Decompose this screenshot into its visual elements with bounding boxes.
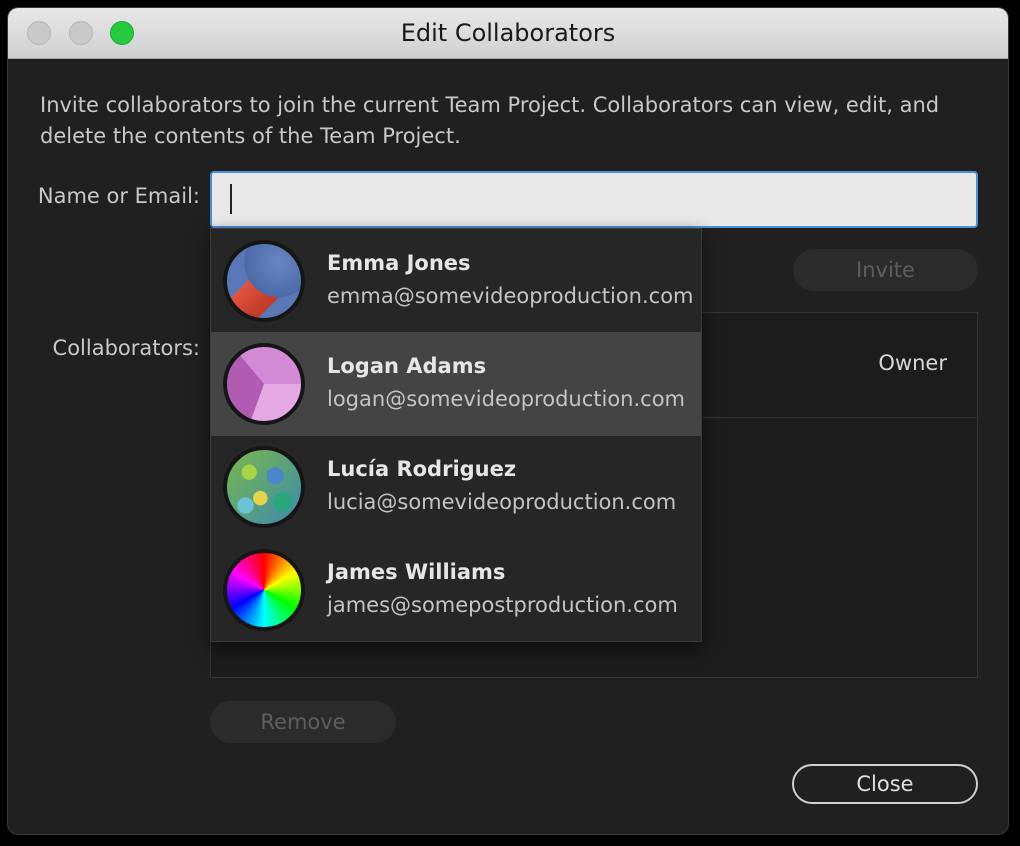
purple-cube-avatar-icon: [223, 343, 305, 425]
edit-collaborators-window: Edit Collaborators Invite collaborators …: [8, 8, 1008, 834]
collaborators-label: Collaborators:: [52, 336, 200, 360]
color-wheel-avatar-icon: [223, 549, 305, 631]
dialog-description: Invite collaborators to join the current…: [40, 93, 940, 148]
suggestion-email: james@somepostproduction.com: [327, 593, 678, 617]
close-button[interactable]: Close: [792, 764, 978, 804]
window-title: Edit Collaborators: [400, 19, 616, 47]
suggestion-item-lucia-rodriguez[interactable]: Lucía Rodriguez lucia@somevideoproductio…: [211, 435, 701, 539]
suggestion-name: Emma Jones: [327, 251, 471, 275]
collaborator-role: Owner: [878, 351, 947, 375]
suggestion-name: Lucía Rodriguez: [327, 457, 517, 481]
suggestion-item-logan-adams[interactable]: Logan Adams logan@somevideoproduction.co…: [211, 332, 701, 436]
invite-button[interactable]: Invite: [793, 249, 978, 291]
remove-button[interactable]: Remove: [210, 701, 396, 743]
mosaic-avatar-icon: [223, 446, 305, 528]
suggestion-name: James Williams: [327, 560, 506, 584]
suggestion-item-james-williams[interactable]: James Williams james@somepostproduction.…: [211, 538, 701, 642]
suggestion-email: emma@somevideoproduction.com: [327, 284, 694, 308]
red-rock-avatar-icon: [223, 240, 305, 322]
name-or-email-label: Name or Email:: [37, 184, 200, 208]
suggestion-name: Logan Adams: [327, 354, 487, 378]
suggestion-email: logan@somevideoproduction.com: [327, 387, 686, 411]
suggestion-email: lucia@somevideoproduction.com: [327, 490, 677, 514]
suggestion-item-emma-jones[interactable]: Emma Jones emma@somevideoproduction.com: [211, 229, 701, 333]
title-bar[interactable]: Edit Collaborators: [8, 8, 1008, 59]
suggestions-dropdown[interactable]: Emma Jones emma@somevideoproduction.com …: [210, 228, 702, 642]
name-or-email-input[interactable]: [210, 171, 978, 228]
text-caret: [230, 184, 232, 214]
